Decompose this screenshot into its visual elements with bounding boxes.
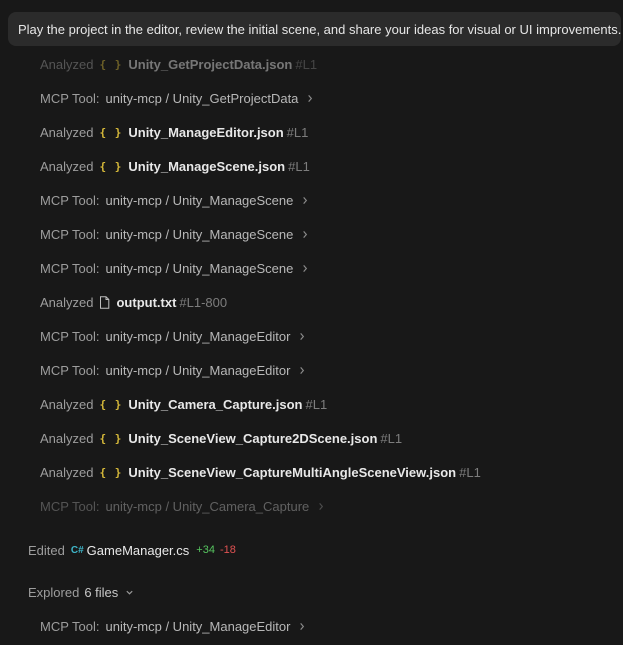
chevron-down-icon[interactable]: [125, 585, 134, 600]
edited-file-row[interactable]: Edited C# GameManager.cs +34 -18: [28, 540, 236, 560]
line-range: #L1: [286, 124, 309, 140]
mcp-tool-step[interactable]: MCP Tool: unity-mcp / Unity_ManageScene: [40, 190, 309, 210]
step-verb: Analyzed: [40, 124, 94, 140]
edited-file-name[interactable]: GameManager.cs: [87, 543, 190, 558]
mcp-tool-step[interactable]: MCP Tool: unity-mcp / Unity_ManageEditor: [40, 616, 306, 636]
step-file-name[interactable]: output.txt: [116, 295, 176, 310]
step-file-name[interactable]: Unity_GetProjectData.json: [128, 57, 292, 72]
analyzed-file-step[interactable]: Analyzed { } Unity_Camera_Capture.json #L1: [40, 394, 327, 414]
step-tool-name: unity-mcp / Unity_ManageEditor: [105, 362, 291, 378]
json-braces-icon: { }: [99, 397, 123, 411]
step-tool-name: unity-mcp / Unity_GetProjectData: [105, 90, 299, 106]
chevron-right-icon[interactable]: [298, 622, 306, 631]
chevron-right-icon[interactable]: [306, 94, 314, 103]
mcp-tool-step[interactable]: MCP Tool: unity-mcp / Unity_Camera_Captur…: [40, 496, 325, 516]
json-braces-icon: { }: [99, 431, 123, 445]
step-verb: Analyzed: [40, 294, 94, 310]
step-verb: Analyzed: [40, 464, 94, 480]
step-verb: MCP Tool:: [40, 192, 100, 208]
line-range: #L1: [459, 464, 481, 480]
chevron-right-icon[interactable]: [317, 502, 325, 511]
step-verb: MCP Tool:: [40, 260, 100, 276]
step-verb: MCP Tool:: [40, 328, 100, 344]
step-verb: Analyzed: [40, 158, 94, 174]
line-range: #L1: [380, 430, 403, 446]
step-tool-name: unity-mcp / Unity_ManageEditor: [105, 328, 291, 344]
analyzed-file-step[interactable]: Analyzed { } Unity_SceneView_Capture2DScen…: [40, 428, 402, 448]
mcp-tool-step[interactable]: MCP Tool: unity-mcp / Unity_GetProjectDat…: [40, 88, 314, 108]
line-range: #L1: [295, 56, 318, 72]
step-verb: MCP Tool:: [40, 226, 100, 242]
step-verb: MCP Tool:: [40, 362, 100, 378]
step-tool-name: unity-mcp / Unity_ManageEditor: [105, 618, 291, 634]
chevron-right-icon[interactable]: [298, 332, 306, 341]
chevron-right-icon[interactable]: [301, 230, 309, 239]
mcp-tool-step[interactable]: MCP Tool: unity-mcp / Unity_ManageScene: [40, 224, 309, 244]
lines-added-count: +34: [196, 544, 215, 556]
lines-removed-count: -18: [219, 544, 236, 556]
user-prompt-text: Play the project in the editor, review t…: [18, 21, 621, 37]
line-range: #L1: [305, 396, 328, 412]
step-verb: MCP Tool:: [40, 498, 100, 514]
explored-count: 6 files: [84, 584, 119, 600]
mcp-tool-step[interactable]: MCP Tool: unity-mcp / Unity_ManageEditor: [40, 360, 306, 380]
mcp-tool-step[interactable]: MCP Tool: unity-mcp / Unity_ManageScene: [40, 258, 309, 278]
line-range: #L1-800: [179, 294, 228, 310]
step-verb: Analyzed: [40, 430, 94, 446]
csharp-file-icon: C#: [70, 544, 84, 556]
step-file-name[interactable]: Unity_ManageScene.json: [128, 159, 285, 174]
step-tool-name: unity-mcp / Unity_ManageScene: [105, 192, 294, 208]
step-verb: MCP Tool:: [40, 618, 100, 634]
file-icon: [99, 295, 110, 309]
step-file-name[interactable]: Unity_ManageEditor.json: [128, 125, 283, 140]
json-braces-icon: { }: [99, 125, 123, 139]
step-file-name[interactable]: Unity_SceneView_CaptureMultiAngleSceneVi…: [128, 465, 456, 480]
analyzed-file-step[interactable]: Analyzed { } Unity_ManageScene.json #L1: [40, 156, 310, 176]
json-braces-icon: { }: [99, 159, 123, 173]
chevron-right-icon[interactable]: [298, 366, 306, 375]
step-verb: MCP Tool:: [40, 90, 100, 106]
analyzed-file-step[interactable]: Analyzed { } Unity_ManageEditor.json #L1: [40, 122, 308, 142]
analyzed-file-step[interactable]: Analyzed { } Unity_SceneView_CaptureMultiA…: [40, 462, 481, 482]
chevron-right-icon[interactable]: [301, 264, 309, 273]
step-tool-name: unity-mcp / Unity_ManageScene: [105, 226, 294, 242]
mcp-tool-step[interactable]: MCP Tool: unity-mcp / Unity_ManageEditor: [40, 326, 306, 346]
explored-files-row[interactable]: Explored 6 files: [28, 582, 134, 602]
chevron-right-icon[interactable]: [301, 196, 309, 205]
step-tool-name: unity-mcp / Unity_ManageScene: [105, 260, 294, 276]
step-verb: Analyzed: [40, 56, 94, 72]
step-file-name[interactable]: Unity_Camera_Capture.json: [128, 397, 302, 412]
step-verb: Analyzed: [40, 396, 94, 412]
edited-verb: Edited: [28, 542, 65, 558]
user-prompt-banner: Play the project in the editor, review t…: [8, 12, 621, 46]
analyzed-file-step[interactable]: Analyzed { } Unity_GetProjectData.json #L1: [40, 54, 317, 74]
step-tool-name: unity-mcp / Unity_Camera_Capture: [105, 498, 310, 514]
line-range: #L1: [288, 158, 310, 174]
explored-verb: Explored: [28, 584, 80, 600]
analyzed-file-step[interactable]: Analyzed output.txt #L1-800: [40, 292, 227, 312]
step-file-name[interactable]: Unity_SceneView_Capture2DScene.json: [128, 431, 377, 446]
json-braces-icon: { }: [99, 465, 123, 479]
json-braces-icon: { }: [99, 57, 123, 71]
